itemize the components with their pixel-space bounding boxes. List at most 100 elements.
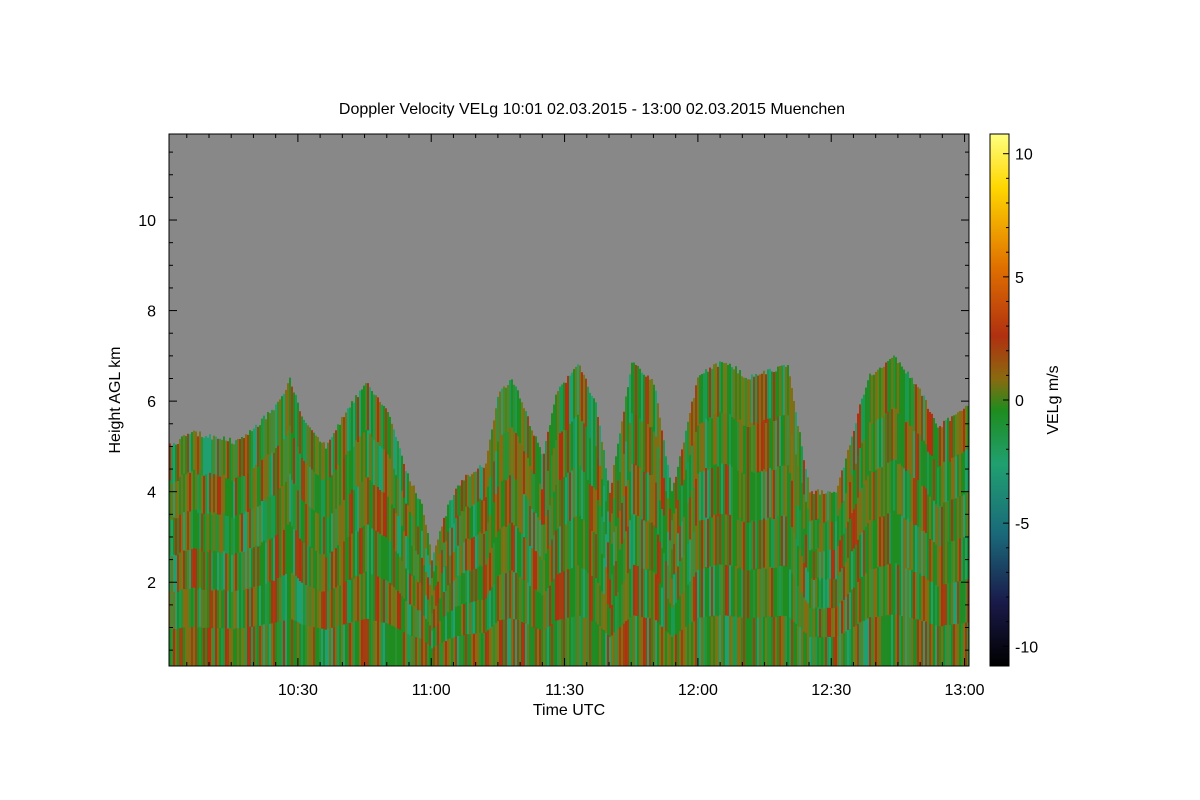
velocity-cell bbox=[875, 469, 877, 520]
velocity-cell bbox=[569, 472, 571, 522]
velocity-cell bbox=[667, 632, 669, 666]
velocity-cell bbox=[823, 637, 825, 666]
velocity-cell bbox=[275, 404, 277, 449]
velocity-cell bbox=[343, 624, 345, 666]
velocity-cell bbox=[353, 446, 355, 491]
velocity-cell bbox=[225, 478, 227, 517]
velocity-cell bbox=[459, 605, 461, 637]
velocity-cell bbox=[367, 383, 369, 431]
velocity-cell bbox=[189, 627, 191, 666]
velocity-cell bbox=[611, 635, 613, 666]
velocity-cell bbox=[515, 619, 517, 666]
velocity-cell bbox=[181, 474, 183, 514]
velocity-cell bbox=[479, 532, 481, 567]
velocity-cell bbox=[355, 620, 357, 666]
velocity-cell bbox=[389, 416, 391, 459]
velocity-cell bbox=[483, 467, 485, 502]
velocity-cell bbox=[839, 603, 841, 636]
velocity-cell bbox=[595, 446, 597, 491]
velocity-cell bbox=[817, 489, 819, 520]
velocity-cell bbox=[749, 570, 751, 619]
velocity-cell bbox=[761, 568, 763, 618]
velocity-cell bbox=[403, 531, 405, 566]
velocity-cell bbox=[205, 589, 207, 629]
velocity-cell bbox=[253, 586, 255, 627]
velocity-cell bbox=[499, 391, 501, 438]
velocity-cell bbox=[941, 586, 943, 627]
velocity-cell bbox=[925, 399, 927, 445]
velocity-cell bbox=[871, 375, 873, 425]
velocity-cell bbox=[905, 470, 907, 521]
velocity-cell bbox=[575, 466, 577, 517]
velocity-cell bbox=[879, 467, 881, 518]
velocity-cell bbox=[695, 525, 697, 573]
velocity-cell bbox=[795, 581, 797, 625]
velocity-cell bbox=[965, 535, 967, 580]
velocity-cell bbox=[911, 377, 913, 427]
velocity-cell bbox=[347, 623, 349, 666]
velocity-cell bbox=[545, 591, 547, 630]
velocity-cell bbox=[189, 550, 191, 590]
velocity-cell bbox=[235, 590, 237, 629]
velocity-cell bbox=[411, 515, 413, 547]
velocity-cell bbox=[641, 519, 643, 569]
velocity-cell bbox=[365, 383, 367, 431]
velocity-cell bbox=[395, 436, 397, 476]
velocity-cell bbox=[313, 627, 315, 666]
velocity-cell bbox=[685, 430, 687, 471]
velocity-cell bbox=[395, 551, 397, 591]
velocity-cell bbox=[891, 409, 893, 462]
velocity-cell bbox=[965, 405, 967, 450]
velocity-cell bbox=[599, 425, 601, 467]
velocity-cell bbox=[505, 573, 507, 621]
colorbar: 1050-5-10 VELg m/s bbox=[989, 133, 1062, 667]
velocity-cell bbox=[203, 627, 205, 666]
velocity-cell bbox=[193, 509, 195, 549]
velocity-cell bbox=[675, 539, 677, 572]
velocity-cell bbox=[611, 482, 613, 514]
velocity-cell bbox=[425, 571, 427, 596]
velocity-cell bbox=[527, 457, 529, 500]
velocity-cell bbox=[337, 504, 339, 546]
velocity-cell bbox=[599, 505, 601, 547]
velocity-cell bbox=[283, 529, 285, 576]
velocity-cell bbox=[755, 373, 757, 424]
velocity-cell bbox=[873, 568, 875, 618]
velocity-cell bbox=[893, 355, 895, 408]
velocity-cell bbox=[317, 513, 319, 553]
velocity-cell bbox=[255, 424, 257, 466]
velocity-cell bbox=[221, 439, 223, 479]
velocity-cell bbox=[175, 444, 177, 482]
velocity-cell bbox=[441, 642, 443, 666]
velocity-cell bbox=[331, 627, 333, 666]
velocity-cell bbox=[461, 604, 463, 636]
velocity-cell bbox=[961, 453, 963, 497]
velocity-cell bbox=[627, 573, 629, 621]
velocity-cell bbox=[381, 535, 383, 580]
velocity-cell bbox=[781, 565, 783, 617]
velocity-cell bbox=[777, 366, 779, 418]
velocity-cell bbox=[579, 415, 581, 467]
velocity-cell bbox=[515, 526, 517, 574]
velocity-cell bbox=[613, 498, 615, 533]
velocity-cell bbox=[599, 585, 601, 627]
velocity-cell bbox=[273, 580, 275, 624]
velocity-cell bbox=[905, 617, 907, 666]
velocity-cell bbox=[571, 617, 573, 666]
velocity-cell bbox=[605, 567, 607, 601]
velocity-cell bbox=[649, 379, 651, 428]
velocity-cell bbox=[627, 619, 629, 666]
velocity-cell bbox=[677, 466, 679, 501]
velocity-cell bbox=[185, 436, 187, 475]
colorbar-label: VELg m/s bbox=[1045, 365, 1062, 434]
velocity-cell bbox=[505, 480, 507, 528]
velocity-cell bbox=[867, 618, 869, 666]
velocity-cell bbox=[199, 626, 201, 666]
velocity-cell bbox=[801, 446, 803, 484]
velocity-cell bbox=[489, 590, 491, 629]
velocity-cell bbox=[861, 487, 863, 533]
velocity-cell bbox=[671, 520, 673, 550]
velocity-cell bbox=[773, 519, 775, 569]
velocity-cell bbox=[491, 429, 493, 470]
velocity-cell bbox=[819, 637, 821, 666]
